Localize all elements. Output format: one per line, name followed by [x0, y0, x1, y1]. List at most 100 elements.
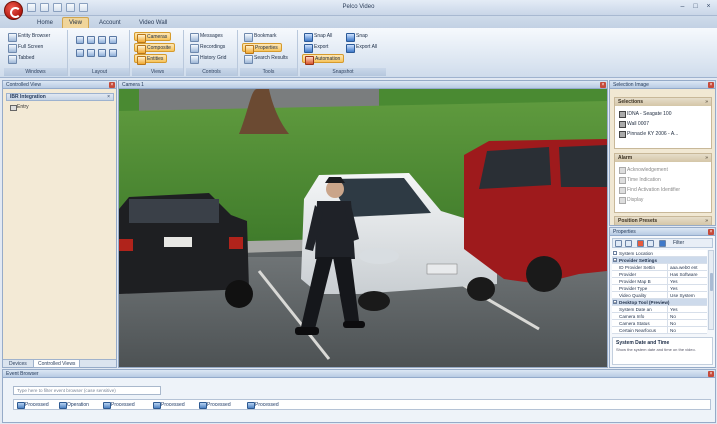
- tab-video-wall[interactable]: Video Wall: [132, 17, 174, 28]
- entities-button[interactable]: Entities: [134, 54, 168, 65]
- collapse-icon[interactable]: »: [705, 98, 708, 106]
- alarm-group: Alarm » Acknowledgement Time Indication …: [614, 153, 712, 213]
- bookmark-button[interactable]: Bookmark: [242, 32, 280, 42]
- close-icon[interactable]: ×: [600, 82, 606, 88]
- tab-account[interactable]: Account: [92, 17, 128, 28]
- layout-2plus8-icon[interactable]: [98, 49, 106, 57]
- search-results-button[interactable]: Search Results: [242, 54, 291, 64]
- ribbon-group-controls: Messages Recordings History Grid Control…: [186, 30, 238, 76]
- collapse-icon[interactable]: »: [705, 217, 708, 225]
- close-icon[interactable]: ×: [708, 229, 714, 235]
- composite-button[interactable]: Composite: [134, 43, 175, 54]
- alarm-item[interactable]: Find Activation Identifier: [619, 187, 680, 194]
- property-row[interactable]: System Location: [612, 250, 707, 257]
- snap-all-button[interactable]: Snap All: [302, 32, 335, 42]
- properties-toolbar: Filter: [612, 238, 713, 248]
- collapse-icon[interactable]: »: [705, 154, 708, 162]
- selection-item[interactable]: IDNA - Seagate 100: [619, 111, 671, 118]
- export-all-button[interactable]: Export All: [344, 43, 380, 53]
- layout-1plus7-icon[interactable]: [87, 49, 95, 57]
- play-icon[interactable]: [659, 240, 666, 247]
- property-row[interactable]: Provider Type Yes: [612, 285, 707, 292]
- event-chip[interactable]: Processed: [198, 401, 231, 409]
- window-title: Pelco Video: [342, 4, 375, 10]
- alarm-item[interactable]: Acknowledgement: [619, 167, 668, 174]
- group-label-snapshot: Snapshot: [300, 68, 386, 76]
- property-row[interactable]: Camera Status No: [612, 320, 707, 327]
- ribbon-tabs: Home View Account Video Wall: [0, 16, 717, 28]
- close-icon[interactable]: ×: [109, 82, 115, 88]
- title-bar: Pelco Video – □ ×: [0, 0, 717, 20]
- entity-browser-button[interactable]: Entity Browser: [6, 32, 53, 42]
- tab-controlled-views[interactable]: Controlled Views: [33, 360, 81, 368]
- group-title: Selections: [618, 99, 644, 105]
- property-row[interactable]: ID Provider Settin aaa.web0 ent: [612, 264, 707, 271]
- categorized-icon[interactable]: [615, 240, 622, 247]
- close-icon[interactable]: ×: [708, 371, 714, 377]
- recordings-button[interactable]: Recordings: [188, 43, 228, 53]
- record-icon[interactable]: [637, 240, 644, 247]
- history-grid-button[interactable]: History Grid: [188, 54, 229, 64]
- event-chip[interactable]: Processed: [246, 401, 279, 409]
- tab-devices[interactable]: Devices: [5, 360, 31, 368]
- layout-2x2-icon[interactable]: [87, 36, 95, 44]
- automation-button[interactable]: Automation: [302, 54, 345, 65]
- close-icon[interactable]: ×: [107, 94, 110, 101]
- close-icon[interactable]: ×: [708, 82, 714, 88]
- event-chip[interactable]: Processed: [102, 401, 135, 409]
- video-feed[interactable]: [119, 89, 607, 367]
- layout-3x3-icon[interactable]: [98, 36, 106, 44]
- close-button[interactable]: ×: [703, 2, 714, 12]
- app-menu-button[interactable]: [4, 1, 23, 20]
- property-row[interactable]: Provider Map B Yes: [612, 278, 707, 285]
- layout-custom-icon[interactable]: [109, 49, 117, 57]
- event-chip[interactable]: Operation: [58, 401, 89, 409]
- group-label-views: Views: [132, 68, 183, 76]
- event-filter-input[interactable]: Type here to filter event browser (case …: [13, 386, 161, 395]
- property-row[interactable]: Certain Nearfocus No: [612, 327, 707, 334]
- alphabetical-icon[interactable]: [625, 240, 632, 247]
- property-row[interactable]: Video Quality Use System: [612, 292, 707, 299]
- property-category[interactable]: − Desktop Tool (Preview): [612, 299, 707, 306]
- controlled-view-panel: Controlled View × IBR Integration × Entr…: [2, 80, 117, 368]
- property-row[interactable]: Provider Has Software: [612, 271, 707, 278]
- property-category[interactable]: − Provider Settings: [612, 257, 707, 264]
- alarm-item[interactable]: Time Indication: [619, 177, 661, 184]
- group-label-tools: Tools: [240, 68, 297, 76]
- alarm-item[interactable]: Display: [619, 197, 643, 204]
- grid-icon[interactable]: [647, 240, 654, 247]
- panel-title: Event Browser: [3, 370, 715, 378]
- selection-item[interactable]: Wall 0007: [619, 121, 649, 128]
- properties-panel: Properties × Filter System Location − Pro…: [609, 227, 716, 368]
- group-header[interactable]: Position Presets »: [615, 217, 711, 225]
- layout-4x4-icon[interactable]: [109, 36, 117, 44]
- tabbed-button[interactable]: Tabbed: [6, 54, 37, 64]
- filter-label[interactable]: Filter: [673, 240, 684, 246]
- layout-1x1-icon[interactable]: [76, 36, 84, 44]
- minimize-button[interactable]: –: [677, 2, 688, 12]
- tree-item-entry[interactable]: Entry: [10, 104, 29, 111]
- layout-1plus5-icon[interactable]: [76, 49, 84, 57]
- group-header[interactable]: Alarm »: [615, 154, 711, 162]
- tab-view[interactable]: View: [62, 17, 89, 28]
- snap-button[interactable]: Snap: [344, 32, 371, 42]
- group-header[interactable]: Selections »: [615, 98, 711, 106]
- maximize-button[interactable]: □: [690, 2, 701, 12]
- ibr-integration-header[interactable]: IBR Integration ×: [6, 93, 114, 101]
- property-row[interactable]: System Date an Yes: [612, 306, 707, 313]
- header-label: IBR Integration: [10, 94, 46, 100]
- full-screen-button[interactable]: Full Screen: [6, 43, 46, 53]
- properties-button[interactable]: Properties: [242, 43, 282, 54]
- tab-home[interactable]: Home: [30, 17, 60, 28]
- event-chip[interactable]: Processed: [16, 401, 49, 409]
- properties-scrollbar[interactable]: [708, 250, 714, 330]
- messages-button[interactable]: Messages: [188, 32, 226, 42]
- cameras-button[interactable]: Cameras: [134, 32, 172, 43]
- property-description: System Date and Time Show the system dat…: [612, 337, 713, 365]
- position-presets-group: Position Presets »: [614, 216, 712, 225]
- event-chip[interactable]: Processed: [152, 401, 185, 409]
- export-button[interactable]: Export: [302, 43, 331, 53]
- property-row[interactable]: Camera Info No: [612, 313, 707, 320]
- selection-item[interactable]: Pinnacle KY 2006 - A...: [619, 131, 678, 138]
- ribbon-group-snapshot: Snap All Export Automation Snap Export A…: [300, 30, 386, 76]
